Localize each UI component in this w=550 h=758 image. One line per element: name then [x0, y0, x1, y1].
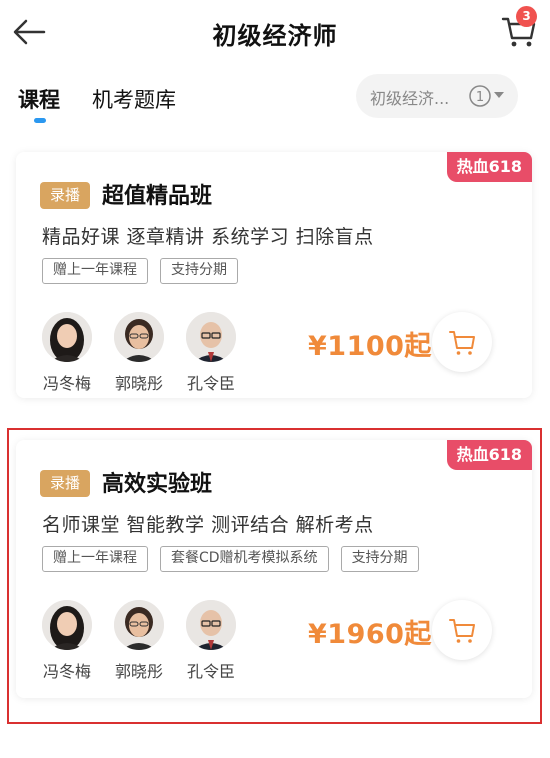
course-price: ¥1100起: [308, 331, 432, 362]
course-description: 精品好课 逐章精讲 系统学习 扫除盲点: [42, 226, 374, 248]
feature-tag: 赠上一年课程: [42, 258, 148, 284]
teacher-avatar: [186, 312, 236, 362]
feature-tag: 套餐CD赠机考模拟系统: [160, 546, 329, 572]
promo-badge: 热血618: [446, 440, 532, 470]
cart-icon: [449, 331, 475, 355]
tab-exam-bank[interactable]: 机考题库: [92, 84, 176, 114]
exam-filter-dropdown[interactable]: 初级经济... 1: [356, 74, 518, 118]
teacher-item[interactable]: 冯冬梅: [36, 312, 106, 398]
course-list-page: 初级经济师 3 课程 机考题库 初级经济... 1 热血618 录播 超值精品班…: [0, 0, 550, 758]
course-name: 高效实验班: [102, 472, 213, 497]
promo-badge: 热血618: [446, 152, 532, 182]
tab-courses[interactable]: 课程: [18, 84, 60, 114]
teacher-item[interactable]: 郭晓彤: [108, 600, 178, 686]
course-features: 赠上一年课程 支持分期: [42, 258, 250, 284]
teacher-avatar: [186, 600, 236, 650]
feature-tag: 支持分期: [340, 546, 419, 572]
course-description: 名师课堂 智能教学 测评结合 解析考点: [42, 514, 374, 536]
teacher-list: 冯冬梅 郭晓彤 孔令臣: [36, 312, 256, 398]
info-circle-text: 1: [476, 90, 484, 105]
tab-bar: 课程 机考题库 初级经济... 1: [0, 74, 550, 128]
cart-icon: [449, 619, 475, 643]
teacher-name: 郭晓彤: [114, 374, 163, 393]
teacher-item[interactable]: 冯冬梅: [36, 600, 106, 686]
teacher-item[interactable]: 孔令臣: [180, 600, 250, 686]
teacher-list: 冯冬梅 郭晓彤 孔令臣: [36, 600, 256, 686]
info-circle-icon: 1: [468, 84, 492, 108]
course-card[interactable]: 热血618 录播 超值精品班 精品好课 逐章精讲 系统学习 扫除盲点 赠上一年课…: [16, 152, 532, 398]
cart-count-badge: 3: [516, 6, 537, 27]
add-to-cart-button[interactable]: [432, 312, 492, 372]
course-name: 超值精品班: [102, 184, 213, 209]
teacher-avatar: [42, 600, 92, 650]
teacher-item[interactable]: 孔令臣: [180, 312, 250, 398]
course-type-tag: 录播: [40, 470, 91, 497]
course-type-tag: 录播: [40, 182, 91, 209]
teacher-name: 郭晓彤: [114, 662, 163, 681]
teacher-name: 孔令臣: [186, 662, 235, 681]
teacher-avatar: [42, 312, 92, 362]
exam-filter-value: 初级经济...: [370, 89, 450, 108]
course-card[interactable]: 热血618 录播 高效实验班 名师课堂 智能教学 测评结合 解析考点 赠上一年课…: [16, 440, 532, 698]
teacher-item[interactable]: 郭晓彤: [108, 312, 178, 398]
course-price: ¥1960起: [308, 619, 432, 650]
page-title: 初级经济师: [212, 22, 338, 50]
app-header: 初级经济师 3: [0, 0, 550, 64]
teacher-name: 孔令臣: [186, 374, 235, 393]
chevron-down-icon: [494, 92, 504, 98]
teacher-name: 冯冬梅: [42, 374, 91, 393]
teacher-avatar: [114, 312, 164, 362]
add-to-cart-button[interactable]: [432, 600, 492, 660]
teacher-name: 冯冬梅: [42, 662, 91, 681]
teacher-avatar: [114, 600, 164, 650]
tab-active-indicator: [34, 118, 46, 123]
course-features: 赠上一年课程 套餐CD赠机考模拟系统 支持分期: [42, 546, 431, 572]
feature-tag: 支持分期: [160, 258, 238, 284]
feature-tag: 赠上一年课程: [42, 546, 148, 572]
